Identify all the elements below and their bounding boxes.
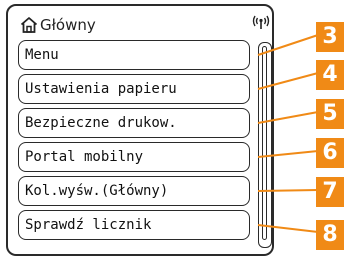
home-icon[interactable] <box>20 16 38 34</box>
menu-button-mobile-portal[interactable]: Portal mobilny <box>18 142 250 172</box>
menu-button-label: Portal mobilny <box>25 149 144 165</box>
menu-button-secure-print[interactable]: Bezpieczne drukow. <box>18 108 250 138</box>
callout-badge: 6 <box>316 138 344 168</box>
callout-badge: 4 <box>316 60 344 90</box>
menu-button-display-order-home[interactable]: Kol.wyśw.(Główny) <box>18 176 250 206</box>
callout-badge: 3 <box>316 22 344 52</box>
scrollbar-thumb[interactable] <box>262 46 267 240</box>
callout-badge: 7 <box>316 177 344 207</box>
menu-button-label: Kol.wyśw.(Główny) <box>25 183 169 199</box>
screen-title: Główny <box>40 16 96 34</box>
callout-badge: 5 <box>316 99 344 129</box>
menu-button-paper-settings[interactable]: Ustawienia papieru <box>18 74 250 104</box>
wireless-signal-icon <box>252 15 270 29</box>
menu-button-menu[interactable]: Menu <box>18 40 250 70</box>
menu-button-label: Menu <box>25 47 59 63</box>
scrollbar[interactable] <box>258 42 272 248</box>
menu-button-label: Ustawienia papieru <box>25 81 177 97</box>
menu-button-check-counter[interactable]: Sprawdź licznik <box>18 210 250 240</box>
callout-badge: 8 <box>316 220 344 250</box>
menu-button-label: Bezpieczne drukow. <box>25 115 177 131</box>
printer-touch-screen: Główny Menu Ustawienia papieru Bezpieczn… <box>6 4 274 256</box>
menu-button-label: Sprawdź licznik <box>25 217 152 233</box>
screen-header: Główny <box>20 14 270 36</box>
